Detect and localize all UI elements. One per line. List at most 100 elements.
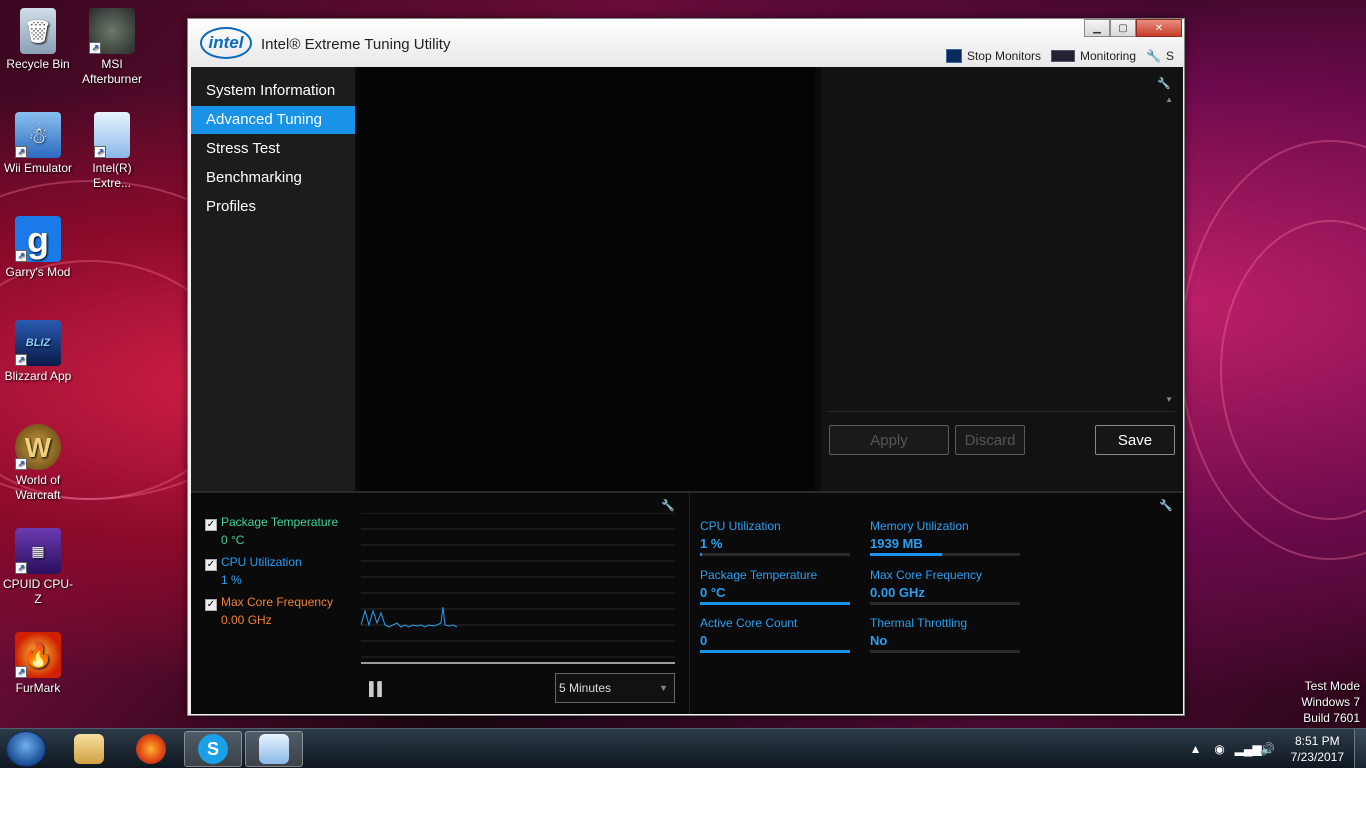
world-of-warcraft-icon: W ↗ [15,424,61,470]
title-toolbar: Stop Monitors Monitoring 🔧 S [936,49,1174,63]
window-title: Intel® Extreme Tuning Utility [261,36,451,53]
taskbar-explorer[interactable] [60,731,118,767]
minimize-button[interactable]: ▁ [1084,19,1110,37]
pause-icon: ▌▌ [369,681,386,696]
settings-button[interactable]: 🔧 S [1146,49,1174,63]
desktop-icon-blizzard-app[interactable]: BLIZ ↗ Blizzard App [0,320,76,384]
stat-label: Memory Utilization [870,519,969,533]
maximize-button[interactable]: ▢ [1110,19,1136,37]
stat-label: Active Core Count [700,616,798,630]
desktop: 🗑 Recycle Bin ↗ MSI Afterburner ☃ ↗ Wii E… [0,0,1366,768]
desktop-icon-label: Garry's Mod [5,265,71,279]
settings-label: S [1165,49,1174,63]
show-desktop-button[interactable] [1354,729,1366,768]
furmark-icon: 🔥 ↗ [15,632,61,678]
nav-item-advanced-tuning[interactable]: Advanced Tuning [191,106,355,134]
stat-bar [700,553,850,556]
taskbar-skype[interactable]: S [184,731,242,767]
stop-monitors-button[interactable]: Stop Monitors [945,49,1041,63]
stat-memory-utilization: Memory Utilization 1939 MB [870,519,1020,556]
firefox-icon [136,734,166,764]
stat-bar [700,602,850,605]
cpu-z-icon: ▦ ↗ [15,528,61,574]
stat-value: 0 [700,633,708,648]
desktop-icon-label: World of Warcraft [15,473,61,502]
intel-logo-text: intel [208,33,244,52]
taskbar: S ▲ ◉ ▂▄▆ 🔊 8:51 PM 7/23/2017 [0,728,1366,768]
desktop-icon-world-of-warcraft[interactable]: W ↗ World of Warcraft [0,424,76,503]
scroll-up-arrow-icon[interactable]: ▲ [1165,95,1173,104]
interval-select[interactable]: 5 Minutes ▼ [555,673,675,703]
stop-monitors-label: Stop Monitors [966,49,1041,63]
legend-item-cpu-utilization: ✓ CPU Utilization 1 % [205,555,302,587]
stat-bar-fill [870,553,942,556]
stat-active-core-count: Active Core Count 0 [700,616,850,653]
desktop-icon-furmark[interactable]: 🔥 ↗ FurMark [0,632,76,696]
desktop-icon-recycle-bin[interactable]: 🗑 Recycle Bin [0,8,76,72]
monitor-panel: 🔧 ✓ Package Temperature 0 °C ✓ CPU Utiliza… [191,493,1183,714]
stat-label: Thermal Throttling [870,616,968,630]
stat-value: 0.00 GHz [870,585,925,600]
taskbar-intel-xtu[interactable] [245,731,303,767]
cpu-utilization-trace [361,606,458,628]
desktop-icon-msi-afterburner[interactable]: ↗ MSI Afterburner [74,8,150,87]
sidebar: System Information Advanced Tuning Stres… [191,67,355,493]
desktop-icon-wii-emulator[interactable]: ☃ ↗ Wii Emulator [0,112,76,176]
steam-icon[interactable]: ◉ [1211,742,1229,756]
stat-bar-fill [700,553,702,556]
tuning-content-panel [357,67,815,491]
stat-label: Max Core Frequency [870,568,983,582]
close-button[interactable]: ✕ [1136,19,1182,37]
app-body: System Information Advanced Tuning Stres… [191,67,1183,714]
garrys-mod-icon: g ↗ [15,216,61,262]
desktop-icon-garrys-mod[interactable]: g ↗ Garry's Mod [0,216,76,280]
start-button[interactable] [6,731,46,767]
wii-emulator-icon: ☃ ↗ [15,112,61,158]
nav-item-benchmarking[interactable]: Benchmarking [191,164,355,192]
legend-item-package-temperature: ✓ Package Temperature 0 °C [205,515,338,547]
volume-icon[interactable]: 🔊 [1259,742,1277,756]
pause-button[interactable]: ▌▌ [369,681,386,696]
stat-value: 0 °C [700,585,726,600]
chevron-down-icon: ▼ [659,683,668,693]
stat-cpu-utilization: CPU Utilization 1 % [700,519,850,556]
apply-button[interactable]: Apply [829,425,949,455]
package-temperature-checkbox[interactable]: ✓ [205,519,217,531]
network-signal-icon[interactable]: ▂▄▆ [1235,742,1262,756]
panel-settings-wrench-icon[interactable]: 🔧 [1157,77,1171,90]
tuning-settings-panel: 🔧 ▲ ▼ Apply Discard Save [821,67,1183,491]
desktop-icon-cpu-z[interactable]: ▦ ↗ CPUID CPU-Z [0,528,76,607]
monitoring-button[interactable]: Monitoring [1051,49,1136,63]
graph-gridlines [361,513,675,658]
cpu-utilization-checkbox[interactable]: ✓ [205,559,217,571]
desktop-icon-label: Blizzard App [4,369,72,383]
xtu-window: intel Intel® Extreme Tuning Utility ▁ ▢ … [187,18,1185,716]
title-bar[interactable]: intel Intel® Extreme Tuning Utility ▁ ▢ … [188,19,1184,67]
save-button[interactable]: Save [1095,425,1175,455]
discard-button[interactable]: Discard [955,425,1025,455]
chevron-up-icon[interactable]: ▲ [1187,742,1205,756]
nav-item-profiles[interactable]: Profiles [191,193,355,221]
stats-settings-wrench-icon[interactable]: 🔧 [1159,499,1173,512]
clock[interactable]: 8:51 PM 7/23/2017 [1291,733,1344,765]
legend-item-max-core-frequency: ✓ Max Core Frequency 0.00 GHz [205,595,333,627]
desktop-icon-intel-xtu[interactable]: ↗ Intel(R) Extre... [74,112,150,191]
clock-time: 8:51 PM [1294,734,1340,748]
monitor-graph-icon [945,49,962,63]
stat-label: CPU Utilization [700,519,781,533]
desktop-icon-label: Wii Emulator [3,161,72,175]
max-core-frequency-checkbox[interactable]: ✓ [205,599,217,611]
legend-value: 0 °C [221,533,245,547]
desktop-icon-label: Intel(R) Extre... [92,161,132,190]
nav-item-system-information[interactable]: System Information [191,77,355,105]
msi-afterburner-icon: ↗ [89,8,135,54]
system-tray: ▲ ◉ ▂▄▆ 🔊 8:51 PM 7/23/2017 [1187,733,1352,765]
recycle-bin-icon: 🗑 [20,8,56,54]
taskbar-firefox[interactable] [122,731,180,767]
stat-value: 1939 MB [870,536,923,551]
nav-item-stress-test[interactable]: Stress Test [191,135,355,163]
stat-bar [870,650,1020,653]
graph-settings-wrench-icon[interactable]: 🔧 [661,499,675,512]
scroll-down-arrow-icon[interactable]: ▼ [1165,395,1173,404]
intel-logo: intel [200,27,252,59]
